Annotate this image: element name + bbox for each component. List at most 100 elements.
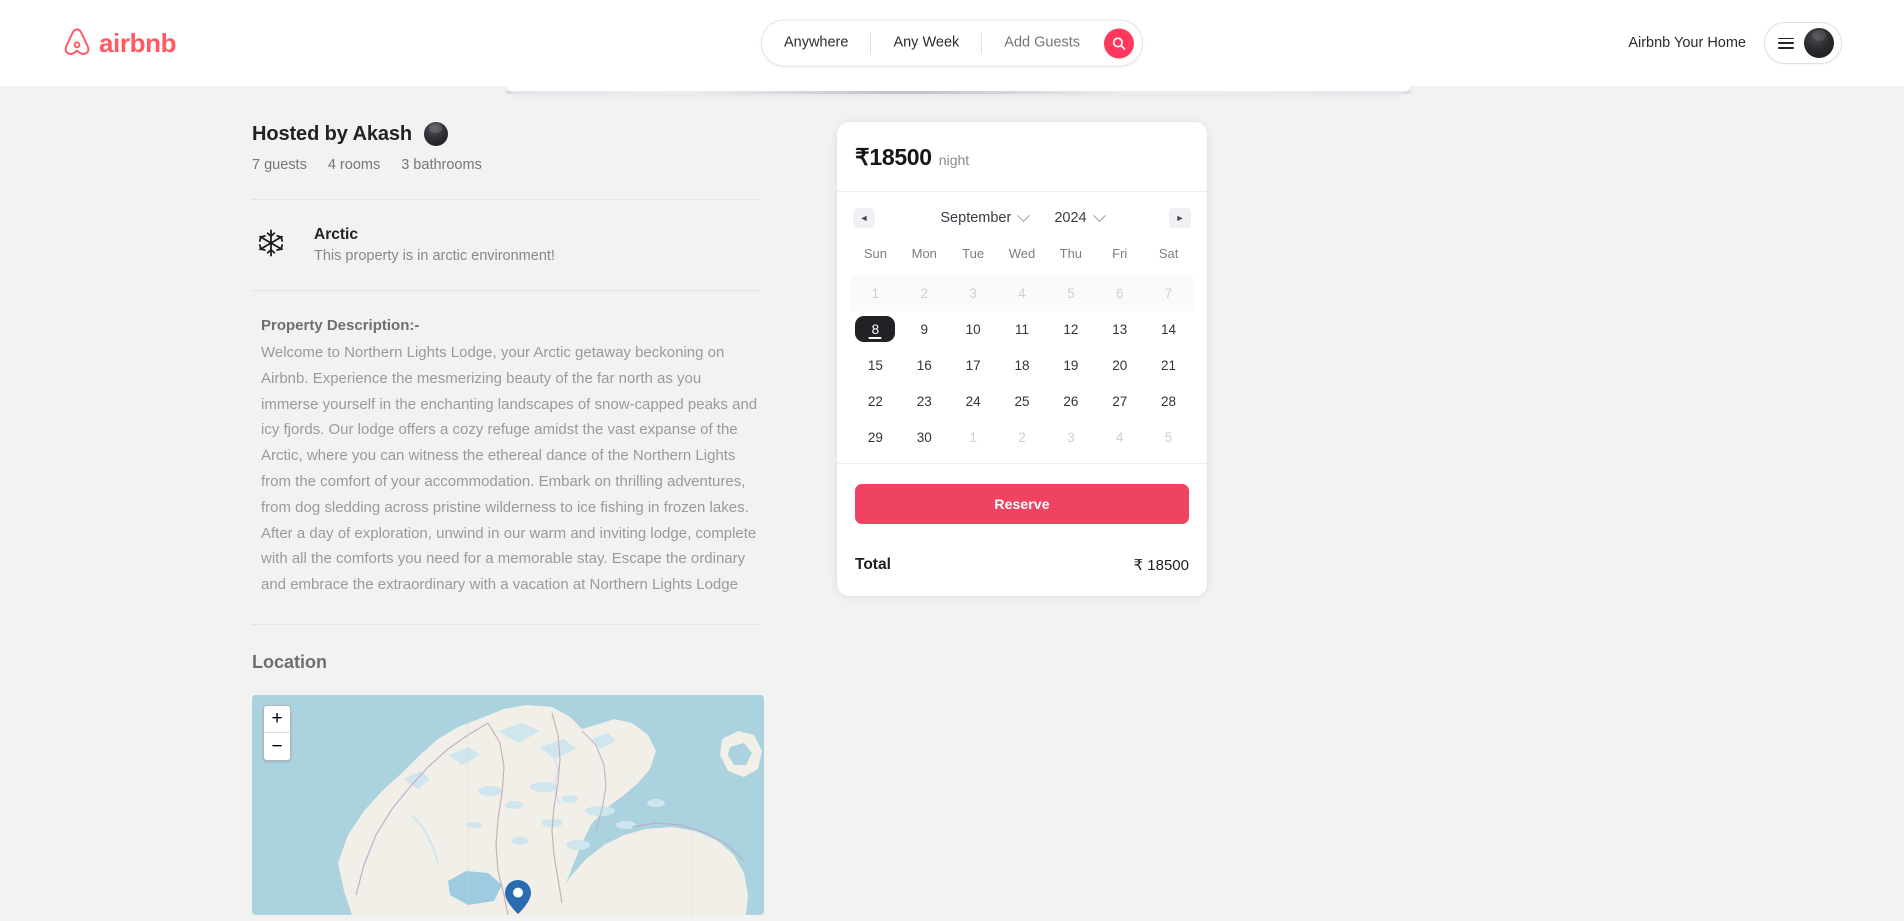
calendar-cell[interactable]: 22	[851, 383, 900, 419]
dow-wed: Wed	[1008, 246, 1036, 261]
calendar-cell: 5	[1046, 275, 1096, 311]
chevron-down-icon	[1092, 208, 1106, 222]
total-value: ₹ 18500	[1133, 557, 1189, 574]
calendar-day[interactable]: 28	[1151, 386, 1187, 416]
calendar-day[interactable]: 12	[1053, 314, 1089, 344]
calendar-cell[interactable]: 14	[1144, 311, 1193, 347]
calendar-cell[interactable]: 8	[851, 311, 900, 347]
calendar-cell: 7	[1144, 275, 1193, 311]
calendar-day[interactable]: 10	[955, 314, 991, 344]
booking-column: ₹18500 night ◄ September 2024 ► Sun Mon …	[837, 122, 1207, 596]
calendar-cell[interactable]: 25	[998, 383, 1047, 419]
listing-meta: 7 guests 4 rooms 3 bathrooms	[252, 157, 762, 173]
calendar-cell: 1	[949, 419, 998, 455]
calendar-prev-month-button[interactable]: ◄	[853, 208, 875, 228]
calendar-day[interactable]: 23	[906, 386, 942, 416]
content-container: Hosted by Akash 7 guests 4 rooms 3 bathr…	[242, 86, 1662, 915]
calendar-cell[interactable]: 24	[949, 383, 998, 419]
calendar-day[interactable]: 25	[1004, 386, 1040, 416]
calendar-day: 4	[1018, 285, 1026, 301]
price-row: ₹18500 night	[837, 122, 1207, 192]
calendar-cell[interactable]: 16	[900, 347, 949, 383]
calendar-day[interactable]: 19	[1053, 350, 1089, 380]
dow-sun: Sun	[863, 246, 887, 261]
calendar-day[interactable]: 29	[857, 422, 893, 452]
reserve-button[interactable]: Reserve	[855, 484, 1189, 524]
divider-after-description	[252, 623, 762, 625]
feature-text-group: Arctic This property is in arctic enviro…	[314, 226, 555, 264]
calendar-day[interactable]: 18	[1004, 350, 1040, 380]
calendar-cell[interactable]: 12	[1046, 311, 1095, 347]
calendar-day: 3	[969, 285, 977, 301]
calendar-year-select[interactable]: 2024	[1054, 208, 1106, 226]
calendar-day[interactable]: 9	[906, 314, 942, 344]
price-amount: ₹18500	[855, 144, 932, 170]
calendar-cell[interactable]: 9	[900, 311, 949, 347]
calendar-day[interactable]: 21	[1151, 350, 1187, 380]
calendar-cell[interactable]: 20	[1095, 347, 1144, 383]
host-avatar	[424, 122, 449, 146]
search-bar[interactable]: Anywhere Any Week Add Guests	[760, 19, 1144, 67]
feature-arctic: Arctic This property is in arctic enviro…	[252, 200, 762, 264]
calendar-day: 5	[1067, 285, 1075, 301]
calendar-cell[interactable]: 17	[949, 347, 998, 383]
calendar-cell: 6	[1095, 275, 1145, 311]
calendar-cell[interactable]: 18	[998, 347, 1047, 383]
booking-card: ₹18500 night ◄ September 2024 ► Sun Mon …	[837, 122, 1207, 596]
search-guests[interactable]: Add Guests	[982, 21, 1102, 66]
calendar-day[interactable]: 30	[906, 422, 942, 452]
calendar-day[interactable]: 11	[1004, 314, 1040, 344]
calendar-day[interactable]: 22	[857, 386, 893, 416]
user-menu-button[interactable]	[1764, 22, 1842, 64]
calendar-cell: 2	[998, 419, 1047, 455]
map-zoom-controls[interactable]: + −	[263, 704, 291, 761]
calendar-month-select[interactable]: September	[940, 208, 1031, 226]
map-location-pin[interactable]	[505, 879, 531, 914]
calendar-next-month-button[interactable]: ►	[1168, 208, 1191, 228]
airbnb-logo[interactable]: airbnb	[62, 27, 176, 59]
calendar-cell[interactable]: 23	[900, 383, 949, 419]
calendar-year-label: 2024	[1054, 210, 1087, 226]
calendar-day: 1	[969, 429, 977, 445]
calendar-cell[interactable]: 11	[998, 311, 1047, 347]
site-header: airbnb Anywhere Any Week Add Guests Airb…	[0, 0, 1904, 86]
calendar-cell[interactable]: 26	[1046, 383, 1095, 419]
feature-title: Arctic	[314, 226, 358, 243]
calendar-day[interactable]: 24	[955, 386, 991, 416]
calendar-day[interactable]: 27	[1102, 386, 1138, 416]
calendar-cell[interactable]: 13	[1095, 311, 1144, 347]
calendar-day[interactable]: 26	[1053, 386, 1089, 416]
calendar-cell[interactable]: 30	[900, 419, 949, 455]
meta-rooms: 4 rooms	[327, 157, 381, 173]
location-map[interactable]: + −	[252, 694, 764, 915]
map-zoom-out-button[interactable]: −	[264, 732, 290, 760]
calendar-cell[interactable]: 29	[851, 419, 900, 455]
calendar-day[interactable]: 17	[955, 350, 991, 380]
search-dates[interactable]: Any Week	[871, 21, 981, 66]
header-right-group: Airbnb Your Home	[1628, 22, 1842, 64]
calendar-cell[interactable]: 27	[1095, 383, 1144, 419]
calendar-day[interactable]: 16	[906, 350, 942, 380]
calendar-cell[interactable]: 15	[851, 347, 900, 383]
search-icon	[1112, 36, 1126, 50]
calendar-cell[interactable]: 21	[1144, 347, 1193, 383]
search-submit-button[interactable]	[1104, 28, 1135, 58]
calendar-day[interactable]: 20	[1102, 350, 1138, 380]
calendar-grid: 1 2 3 4 5 6 7 8 9 10 11 12 13 14 15 16 17 18 19 20 21 22 23 24 2…	[851, 275, 1193, 455]
calendar-day: 5	[1164, 429, 1173, 445]
calendar-day[interactable]: 13	[1102, 314, 1138, 344]
calendar-cell[interactable]: 28	[1144, 383, 1193, 419]
calendar-cell[interactable]: 10	[949, 311, 998, 347]
user-avatar	[1804, 28, 1834, 58]
calendar-day[interactable]: 15	[857, 350, 893, 380]
calendar-day[interactable]: 14	[1151, 314, 1187, 344]
calendar-day: 2	[920, 285, 929, 301]
host-title: Hosted by Akash	[252, 122, 413, 145]
description-block: Property Description:- Welcome to Northe…	[252, 291, 762, 598]
map-zoom-in-button[interactable]: +	[264, 705, 290, 733]
airbnb-your-home-link[interactable]: Airbnb Your Home	[1628, 35, 1746, 51]
search-location[interactable]: Anywhere	[762, 21, 870, 66]
calendar-day-selected[interactable]: 8	[855, 316, 896, 342]
calendar-cell[interactable]: 19	[1046, 347, 1095, 383]
host-row: Hosted by Akash	[252, 122, 762, 146]
